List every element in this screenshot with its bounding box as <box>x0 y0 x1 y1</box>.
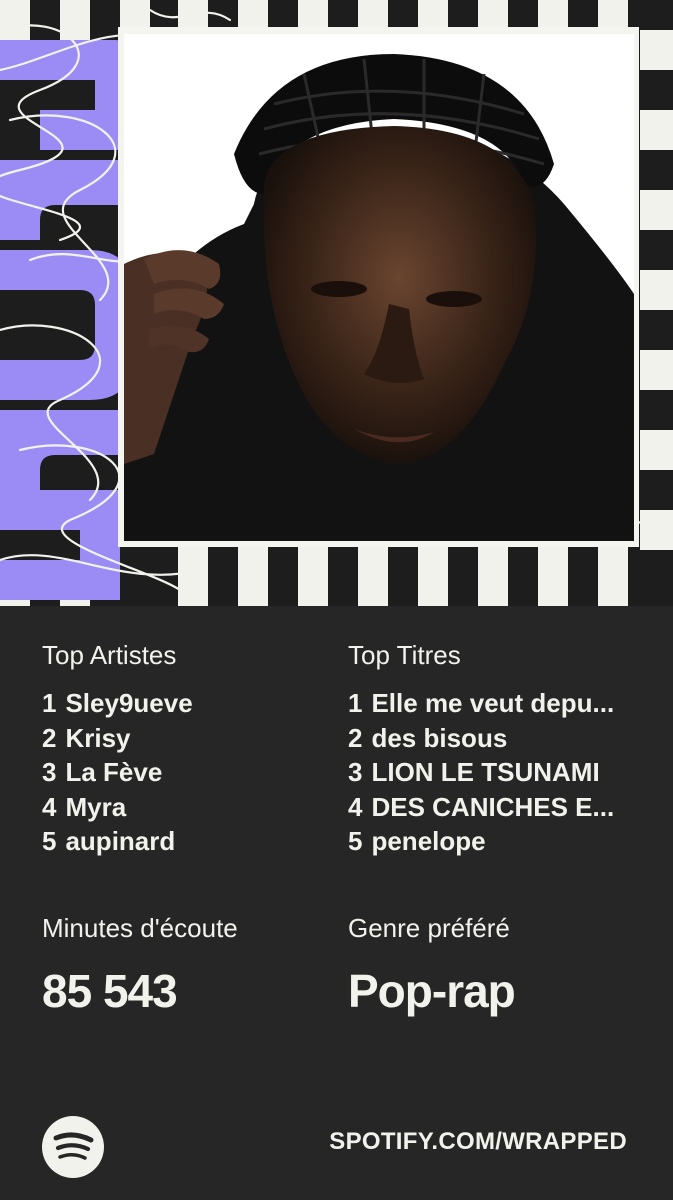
wrapped-art <box>0 0 673 606</box>
artist-portrait-image <box>124 34 634 541</box>
minutes-label: Minutes d'écoute <box>42 913 238 943</box>
genre-section: Genre préféré Pop-rap <box>348 913 648 1017</box>
genre-value: Pop-rap <box>348 965 516 1017</box>
minutes-section: Minutes d'écoute 85 543 <box>42 913 238 1017</box>
list-item: 3 La Fève <box>42 757 163 787</box>
genre-label: Genre préféré <box>348 913 510 943</box>
list-item: 2 Krisy <box>42 722 131 753</box>
spotify-logo-icon[interactable] <box>42 1116 104 1178</box>
top-tracks-label: Top Titres <box>348 640 461 670</box>
list-item: 3 LION LE TSUNAMI <box>348 757 600 787</box>
minutes-value: 85 543 <box>42 965 178 1017</box>
top-artists-label: Top Artistes <box>42 640 177 670</box>
top-tracks-list: 1 Elle me veut depu... 2 des bisous 3 LION … <box>348 686 648 859</box>
wrapped-url-link[interactable]: SPOTIFY.COM/WRAPPED <box>329 1128 627 1156</box>
top-artists-section: Top Artistes 1 Sley9ueve 2 Krisy 3 La Fève … <box>42 640 342 859</box>
top-tracks-section: Top Titres 1 Elle me veut depu... 2 des bi… <box>348 640 648 859</box>
list-item: 5 penelope <box>348 826 486 856</box>
list-item: 1 Sley9ueve <box>42 688 193 718</box>
wrapped-card: Top Artistes 1 Sley9ueve 2 Krisy 3 La Fève … <box>0 0 673 1200</box>
list-item: 4 DES CANICHES E... <box>348 791 615 822</box>
list-item: 2 des bisous <box>348 722 508 753</box>
list-item: 1 Elle me veut depu... <box>348 688 615 718</box>
top-artists-list: 1 Sley9ueve 2 Krisy 3 La Fève 4 Myra 5 aupina… <box>42 686 342 859</box>
artist-photo <box>124 34 634 541</box>
list-item: 4 Myra <box>42 791 127 822</box>
list-item: 5 aupinard <box>42 826 176 856</box>
